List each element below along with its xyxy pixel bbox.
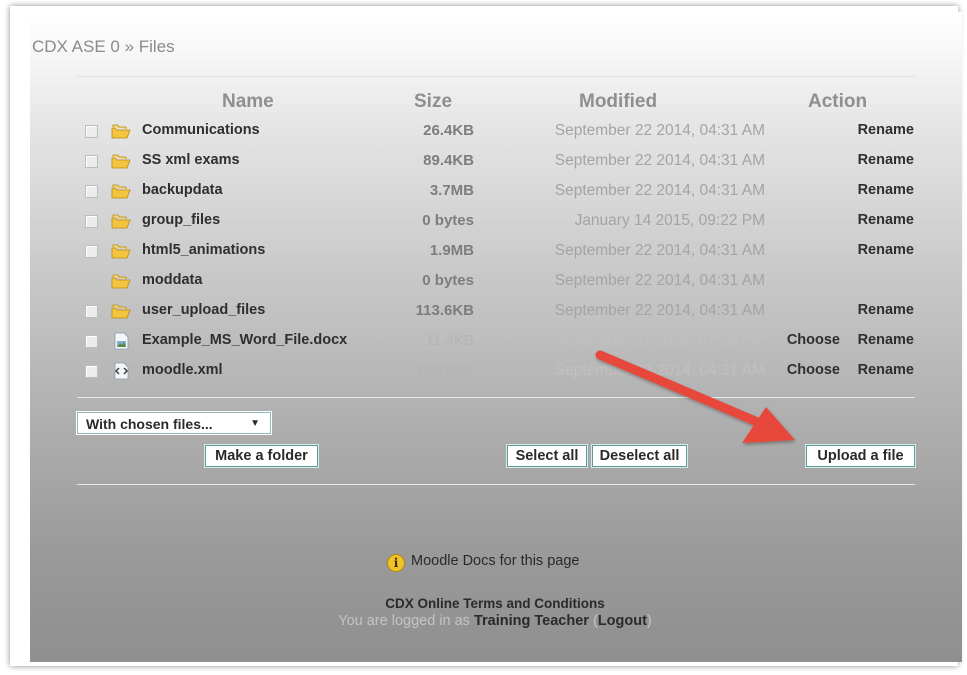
file-name-link[interactable]: moodle.xml <box>142 362 223 378</box>
divider-bottom <box>77 484 915 485</box>
rename-link[interactable]: Rename <box>858 152 914 168</box>
folder-icon <box>111 244 131 259</box>
row-checkbox[interactable] <box>85 245 98 258</box>
file-size: 26.4KB <box>423 122 474 139</box>
row-checkbox[interactable] <box>85 365 98 378</box>
rename-link[interactable]: Rename <box>858 302 914 318</box>
file-modified: January 14 2015, 09:22 PM <box>574 212 765 229</box>
moodle-docs-label: Moodle Docs for this page <box>411 553 580 569</box>
document-icon <box>114 332 129 350</box>
file-modified: September 22 2014, 04:31 AM <box>554 272 765 289</box>
login-prefix: You are logged in as <box>338 613 470 629</box>
chevron-down-icon: ▼ <box>250 418 260 429</box>
folder-icon <box>111 154 131 169</box>
folder-icon <box>111 274 131 289</box>
file-name-link[interactable]: html5_animations <box>142 242 265 258</box>
file-size: 0 bytes <box>422 272 474 289</box>
table-row: SS xml exams 89.4KB September 22 2014, 0… <box>0 148 967 178</box>
with-chosen-files-select[interactable]: With chosen files... ▼ <box>77 412 271 434</box>
select-all-button[interactable]: Select all <box>507 445 587 467</box>
table-row: html5_animations 1.9MB September 22 2014… <box>0 238 967 268</box>
file-name-link[interactable]: SS xml exams <box>142 152 240 168</box>
row-checkbox[interactable] <box>85 305 98 318</box>
row-checkbox[interactable] <box>85 185 98 198</box>
file-modified: September 22 2014, 04:31 AM <box>554 302 765 319</box>
logout-link[interactable]: Logout <box>598 613 647 629</box>
file-list: Communications 26.4KB September 22 2014,… <box>0 118 967 388</box>
breadcrumb[interactable]: CDX ASE 0 » Files <box>32 37 175 57</box>
table-row: moodle.xml 125.8KB September 22 2014, 04… <box>0 358 967 388</box>
table-row: group_files 0 bytes January 14 2015, 09:… <box>0 208 967 238</box>
file-size: 3.7MB <box>429 182 474 199</box>
rename-link[interactable]: Rename <box>858 182 914 198</box>
table-row: Example_MS_Word_File.docx 11.4KB Novembe… <box>0 328 967 358</box>
folder-icon <box>111 214 131 229</box>
folder-icon <box>111 304 131 319</box>
info-icon: i <box>387 554 405 572</box>
terms-link[interactable]: CDX Online Terms and Conditions <box>0 596 967 611</box>
file-modified: September 22 2014, 04:31 AM <box>554 182 765 199</box>
rename-link[interactable]: Rename <box>858 242 914 258</box>
column-header-modified[interactable]: Modified <box>579 91 657 113</box>
file-name-link[interactable]: group_files <box>142 212 220 228</box>
table-row: backupdata 3.7MB September 22 2014, 04:3… <box>0 178 967 208</box>
table-row: user_upload_files 113.6KB September 22 2… <box>0 298 967 328</box>
rename-link[interactable]: Rename <box>858 332 914 348</box>
file-name-link[interactable]: user_upload_files <box>142 302 265 318</box>
row-checkbox[interactable] <box>85 125 98 138</box>
column-header-size[interactable]: Size <box>414 91 452 113</box>
file-size: 1.9MB <box>429 242 474 259</box>
row-checkbox[interactable] <box>85 215 98 228</box>
login-info: You are logged in as Training Teacher (L… <box>0 613 967 629</box>
rename-link[interactable]: Rename <box>858 212 914 228</box>
file-modified: September 22 2014, 04:31 AM <box>554 242 765 259</box>
folder-icon <box>111 124 131 139</box>
file-size: 125.8KB <box>416 362 474 379</box>
file-size: 0 bytes <box>422 212 474 229</box>
row-checkbox[interactable] <box>85 335 98 348</box>
table-row: moddata 0 bytes September 22 2014, 04:31… <box>0 268 967 298</box>
upload-file-button[interactable]: Upload a file <box>806 445 915 467</box>
file-size: 113.6KB <box>415 302 474 319</box>
divider-top <box>77 76 915 77</box>
file-name-link[interactable]: moddata <box>142 272 202 288</box>
file-name-link[interactable]: Example_MS_Word_File.docx <box>142 332 347 348</box>
folder-icon <box>111 184 131 199</box>
user-name-link[interactable]: Training Teacher <box>474 613 589 629</box>
file-name-link[interactable]: backupdata <box>142 182 223 198</box>
file-modified: September 22 2014, 04:31 AM <box>554 122 765 139</box>
file-size: 11.4KB <box>425 332 474 349</box>
logout-paren-close: ) <box>646 613 652 629</box>
column-header-name[interactable]: Name <box>222 91 274 113</box>
table-row: Communications 26.4KB September 22 2014,… <box>0 118 967 148</box>
xml-file-icon <box>114 362 129 380</box>
moodle-docs-link[interactable]: i Moodle Docs for this page <box>387 553 579 572</box>
rename-link[interactable]: Rename <box>858 362 914 378</box>
file-modified: September 22 2014, 04:31 AM <box>554 152 765 169</box>
red-arrow-icon <box>595 350 795 443</box>
with-chosen-files-value: With chosen files... <box>86 416 213 432</box>
rename-link[interactable]: Rename <box>858 122 914 138</box>
make-folder-button[interactable]: Make a folder <box>205 445 318 467</box>
file-size: 89.4KB <box>423 152 474 169</box>
row-checkbox[interactable] <box>85 155 98 168</box>
column-header-action: Action <box>808 91 868 112</box>
file-name-link[interactable]: Communications <box>142 122 260 138</box>
